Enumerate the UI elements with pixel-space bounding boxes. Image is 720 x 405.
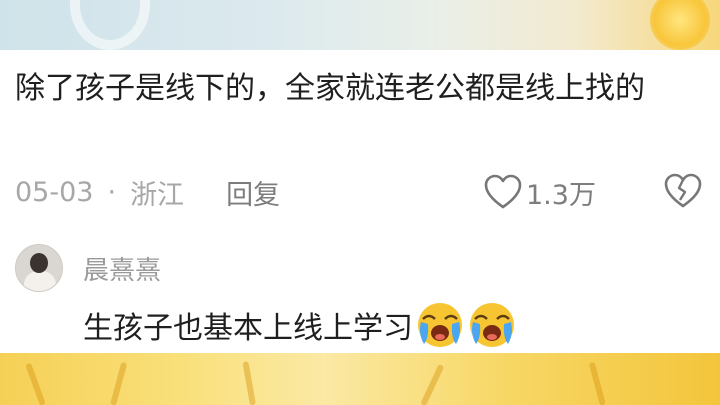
decorative-wheat: [25, 362, 46, 405]
decorative-swirl: [70, 0, 150, 50]
decorative-wheat: [420, 363, 445, 405]
reply-header: 晨熹熹: [15, 242, 705, 302]
decorative-wheat: [242, 361, 256, 405]
like-count: 1.3万: [526, 179, 596, 211]
comment-meta: 05-03 · 浙江 回复: [15, 172, 705, 212]
heart-outline-icon: [484, 174, 522, 209]
decorative-sun: [650, 0, 710, 50]
comment-location: 浙江: [130, 179, 185, 211]
decorative-wheat: [588, 361, 606, 405]
like-button[interactable]: 1.3万: [484, 172, 596, 212]
loudly-crying-face-emoji: [470, 303, 514, 347]
avatar-head: [30, 253, 48, 273]
dislike-button[interactable]: [664, 173, 702, 209]
reply-button[interactable]: 回复: [226, 173, 280, 212]
loudly-crying-face-emoji: [418, 303, 462, 347]
broken-heart-icon: [664, 173, 702, 208]
reply-text-row: 生孩子也基本上线上学习: [83, 300, 517, 350]
reply-username[interactable]: 晨熹熹: [83, 250, 161, 287]
reply-text: 生孩子也基本上线上学习: [83, 311, 413, 346]
meta-separator: ·: [107, 176, 117, 208]
background-bottom-band: [0, 353, 720, 405]
background-top-band: [0, 0, 720, 50]
avatar[interactable]: [15, 244, 63, 292]
decorative-wheat: [110, 361, 128, 405]
comment-text: 除了孩子是线下的，全家就连老公都是线上找的: [15, 71, 645, 106]
comment-date: 05-03: [15, 176, 94, 208]
avatar-body: [24, 271, 56, 291]
